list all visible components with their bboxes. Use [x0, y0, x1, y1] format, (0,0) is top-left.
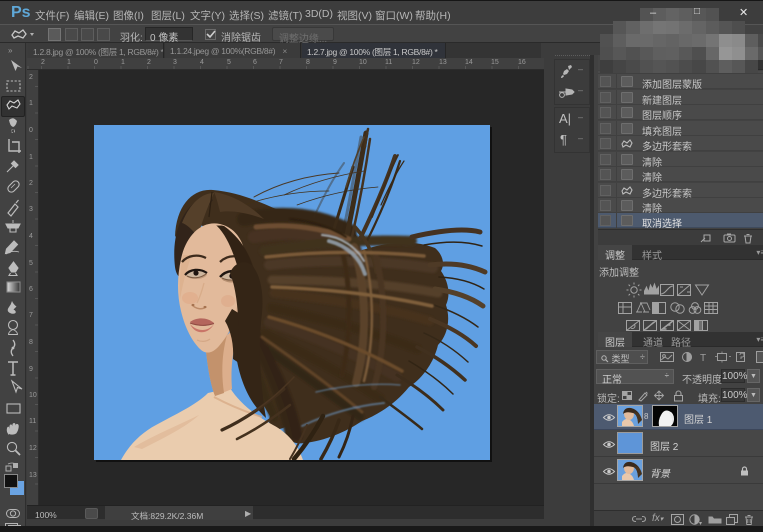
svg-text:T: T [700, 353, 706, 363]
svg-text:▾: ▾ [699, 521, 702, 525]
